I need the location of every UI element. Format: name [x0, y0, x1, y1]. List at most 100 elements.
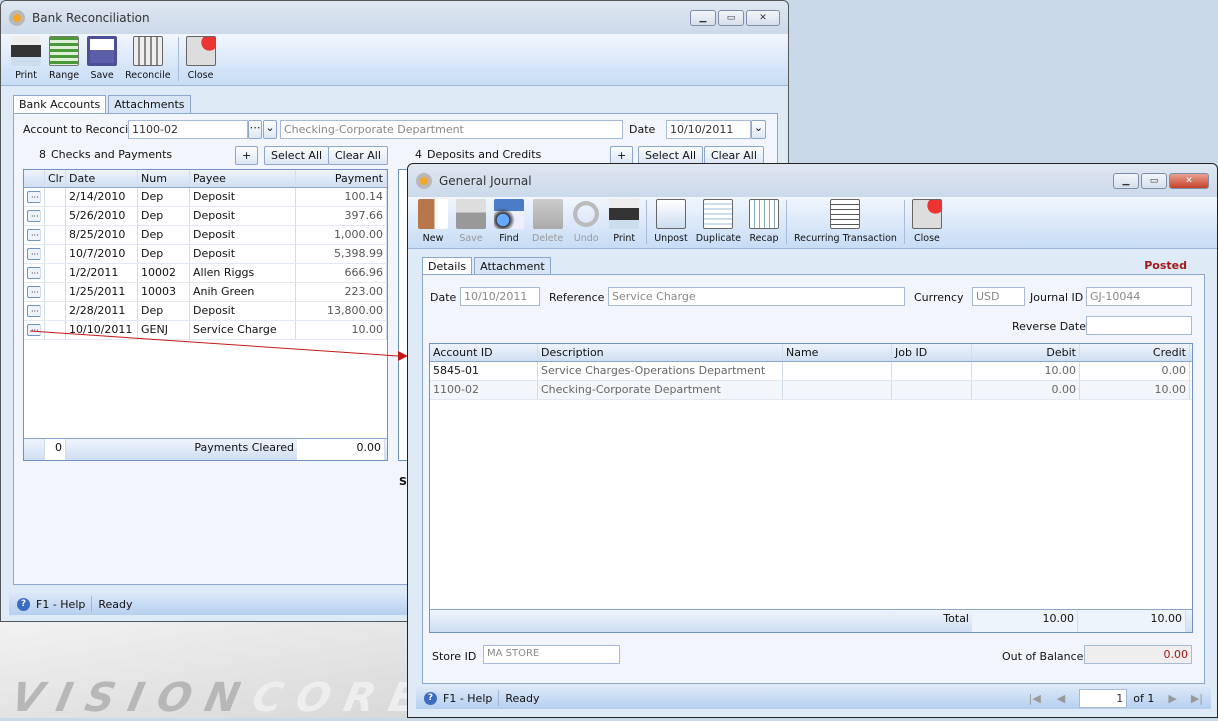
separator — [903, 200, 905, 244]
help-text[interactable]: F1 - Help — [36, 598, 85, 611]
date-input[interactable]: 10/10/2011 — [460, 287, 540, 306]
store-id-input[interactable]: MA STORE — [483, 645, 620, 664]
name-cell — [783, 362, 892, 380]
trash-icon — [532, 199, 563, 229]
col-account-id[interactable]: Account ID — [430, 344, 538, 361]
status-text: Ready — [505, 691, 540, 705]
separator — [646, 200, 648, 244]
status-bar: ? F1 - Help Ready |◀ ◀ 1 of 1 ▶ ▶| — [416, 687, 1211, 709]
unpost-button[interactable]: Unpost — [650, 199, 692, 244]
date-label: Date — [430, 291, 457, 304]
deposits-label: Deposits and Credits — [427, 148, 542, 161]
close-doc-icon — [911, 199, 942, 229]
payments-cleared-value: 0.00 — [297, 439, 385, 460]
total-debit: 10.00 — [972, 610, 1078, 632]
prev-page-button[interactable]: ◀ — [1057, 692, 1065, 705]
print-button[interactable]: Print — [605, 199, 643, 244]
reverse-date-label: Reverse Date — [1012, 320, 1087, 333]
minimize-button[interactable]: ▁ — [690, 10, 716, 26]
total-label: Total — [943, 612, 969, 625]
label: Unpost — [654, 233, 688, 244]
account-id-cell: 5845-01 — [430, 362, 538, 380]
duplicate-icon — [703, 199, 734, 229]
currency-input[interactable]: USD — [972, 287, 1025, 306]
description-cell: Checking-Corporate Department — [538, 381, 783, 399]
binoculars-icon — [494, 199, 524, 229]
minimize-button[interactable]: ▁ — [1113, 173, 1139, 189]
next-page-button[interactable]: ▶ — [1168, 692, 1176, 705]
col-debit[interactable]: Debit — [972, 344, 1080, 361]
journal-grid: Account ID Description Name Job ID Debit… — [429, 343, 1193, 633]
new-icon — [418, 199, 448, 229]
divider — [498, 690, 500, 706]
help-icon[interactable]: ? — [17, 597, 30, 611]
date-dropdown[interactable]: ⌄ — [751, 120, 766, 139]
tab-attachment[interactable]: Attachment — [474, 257, 551, 275]
page-input[interactable]: 1 — [1079, 688, 1128, 708]
duplicate-button[interactable]: Duplicate — [692, 199, 745, 244]
last-page-button[interactable]: ▶| — [1191, 692, 1203, 705]
app-icon — [416, 172, 432, 189]
currency-label: Currency — [914, 291, 964, 304]
maximize-button[interactable]: ▭ — [718, 10, 744, 26]
general-journal-window: General Journal ▁ ▭ ✕ New Save Find Delete Und… — [407, 163, 1218, 718]
close-window-button[interactable]: ✕ — [746, 10, 780, 26]
table-row[interactable]: 1100-02 Checking-Corporate Department 0.00… — [430, 381, 1192, 400]
date-input[interactable]: 10/10/2011 — [666, 120, 751, 139]
label: Find — [499, 233, 519, 244]
label: Recap — [749, 233, 779, 244]
job-id-cell — [892, 381, 972, 399]
col-name[interactable]: Name — [783, 344, 892, 361]
recurring-transaction-button[interactable]: Recurring Transaction — [790, 199, 901, 244]
reverse-date-input[interactable] — [1086, 316, 1192, 335]
col-description[interactable]: Description — [538, 344, 783, 361]
undo-icon — [571, 199, 602, 229]
summary-label: S — [399, 475, 407, 488]
close-window-button[interactable]: ✕ — [1169, 173, 1209, 189]
unpost-icon — [655, 199, 686, 229]
help-icon[interactable]: ? — [424, 691, 437, 705]
grid-header: Account ID Description Name Job ID Debit… — [430, 344, 1192, 362]
grid-footer: 0 Payments Cleared 0.00 — [24, 438, 387, 460]
journal-id-input[interactable]: GJ-10044 — [1086, 287, 1192, 306]
reference-label: Reference — [549, 291, 605, 304]
close-button[interactable]: Close — [908, 199, 946, 244]
visioncore-logo: VISIONCORE — [7, 675, 435, 721]
recurring-icon — [830, 199, 861, 229]
help-text[interactable]: F1 - Help — [443, 692, 492, 705]
divider — [91, 596, 93, 612]
tab-details[interactable]: Details — [422, 257, 473, 275]
delete-button: Delete — [528, 199, 567, 244]
grid-total-row: Total 10.00 10.00 — [430, 609, 1192, 632]
col-job-id[interactable]: Job ID — [892, 344, 972, 361]
table-row[interactable]: 5845-01 Service Charges-Operations Depart… — [430, 362, 1192, 381]
new-button[interactable]: New — [414, 199, 452, 244]
col-credit[interactable]: Credit — [1080, 344, 1190, 361]
label: Save — [459, 233, 483, 244]
recap-icon — [748, 199, 779, 229]
arrow-line — [29, 330, 399, 357]
debit-cell: 0.00 — [972, 381, 1080, 399]
store-id-label: Store ID — [432, 650, 477, 663]
out-of-balance-value: 0.00 — [1084, 645, 1192, 664]
save-button: Save — [452, 199, 490, 244]
first-page-button[interactable]: |◀ — [1029, 692, 1041, 705]
label: Recurring Transaction — [793, 233, 897, 244]
window-title: General Journal — [439, 173, 532, 188]
credit-cell: 0.00 — [1080, 362, 1190, 380]
label: Undo — [573, 233, 599, 244]
description-cell: Service Charges-Operations Department — [538, 362, 783, 380]
reference-input[interactable]: Service Charge — [608, 287, 905, 306]
title-bar[interactable]: General Journal ▁ ▭ ✕ — [408, 164, 1217, 197]
posted-status: Posted — [1144, 259, 1187, 272]
status-text: Ready — [98, 597, 133, 611]
label: Close — [914, 233, 940, 244]
find-button[interactable]: Find — [490, 199, 528, 244]
recap-button[interactable]: Recap — [745, 199, 783, 244]
journal-id-label: Journal ID — [1030, 291, 1084, 304]
link-arrow — [29, 330, 408, 361]
account-id-cell: 1100-02 — [430, 381, 538, 399]
cleared-count: 0 — [45, 439, 66, 460]
maximize-button[interactable]: ▭ — [1141, 173, 1167, 189]
page-count: of 1 — [1133, 691, 1155, 705]
